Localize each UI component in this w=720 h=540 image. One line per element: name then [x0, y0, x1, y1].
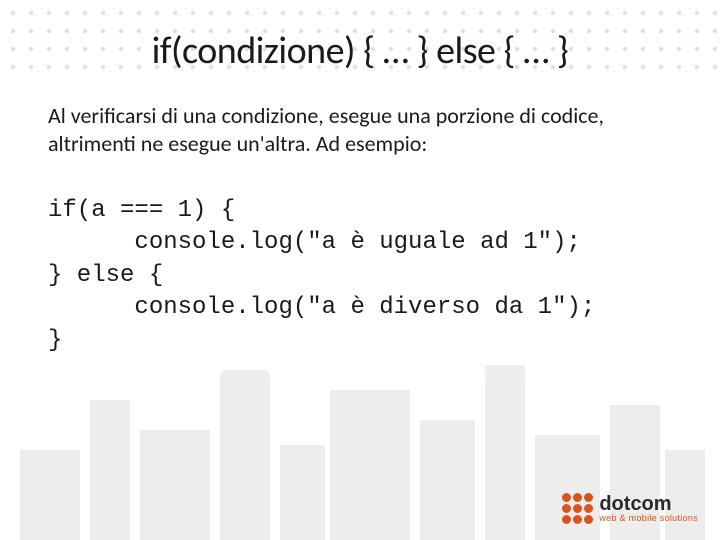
- brand-logo: dotcom web & mobile solutions: [562, 493, 698, 524]
- logo-dots-icon: [562, 493, 593, 524]
- logo-tagline: web & mobile solutions: [599, 514, 698, 523]
- slide-content: if(condizione) { … } else { … } Al verif…: [0, 0, 720, 357]
- logo-name: dotcom: [599, 494, 698, 514]
- code-block: if(a === 1) { console.log("a è uguale ad…: [48, 195, 672, 357]
- skyline-decoration: [0, 340, 720, 540]
- slide-title: if(condizione) { … } else { … }: [48, 28, 672, 74]
- slide-description: Al verificarsi di una condizione, esegue…: [48, 102, 672, 157]
- logo-text: dotcom web & mobile solutions: [599, 494, 698, 523]
